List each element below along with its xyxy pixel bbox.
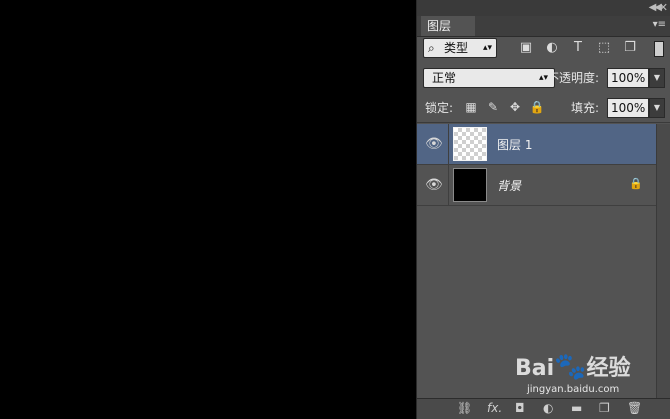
filter-label: 类型 (444, 41, 469, 55)
lock-fill-row: 锁定: ▦ ✎ ✥ 🔒 填充: 100% ▼ (417, 98, 670, 120)
tab-layers[interactable]: 图层 (421, 16, 475, 36)
adjustment-icon[interactable]: ◐ (543, 40, 561, 55)
link-icon[interactable]: ⛓ (457, 401, 472, 415)
divider (417, 122, 670, 123)
panel-tab-row: 图层 ▾≡ (417, 16, 670, 37)
watermark-text-2: 经验 (586, 356, 631, 381)
lock-transparent-icon[interactable]: ▦ (463, 100, 479, 114)
close-icon[interactable]: ✕ (659, 1, 668, 14)
chevron-updown-icon: ▴▾ (482, 43, 492, 53)
smart-object-icon[interactable]: ❐ (621, 40, 639, 55)
lock-icon: 🔒 (629, 177, 643, 190)
filter-toggle[interactable] (654, 41, 664, 57)
watermark-url: jingyan.baidu.com (527, 384, 620, 395)
search-icon: ⌕ (428, 41, 435, 55)
paw-icon: 🐾 (554, 352, 587, 382)
folder-icon[interactable]: ▬ (571, 401, 582, 415)
layer-thumbnail-transparent (453, 127, 487, 161)
filter-type-dropdown[interactable]: ⌕ 类型 ▴▾ (423, 38, 497, 58)
layer-name[interactable]: 图层 1 (497, 136, 532, 153)
lock-all-icon[interactable]: 🔒 (529, 100, 545, 114)
layer-name[interactable]: 背景 (497, 177, 521, 194)
opacity-dropdown-button[interactable]: ▼ (649, 68, 665, 88)
blend-mode-dropdown[interactable]: 正常 ▴▾ (423, 68, 555, 88)
eye-icon[interactable]: 👁 (425, 136, 443, 152)
layer-row-1[interactable]: 👁 图层 1 (417, 124, 657, 165)
filter-row: ⌕ 类型 ▴▾ ▣ ◐ T ⬚ ❐ (417, 38, 670, 60)
lock-label: 锁定: (425, 101, 454, 115)
new-layer-icon[interactable]: ❐ (599, 401, 610, 415)
watermark-text: Bai (515, 356, 555, 381)
lock-paint-icon[interactable]: ✎ (485, 100, 501, 114)
filter-type-icons: ▣ ◐ T ⬚ ❐ (517, 40, 647, 55)
opacity-label: 不透明度: (547, 71, 600, 85)
eye-icon[interactable]: 👁 (425, 177, 443, 193)
mask-icon[interactable]: ◘ (515, 401, 525, 415)
lock-move-icon[interactable]: ✥ (507, 100, 523, 114)
layers-scrollbar[interactable] (656, 124, 670, 398)
panel-menu-icon[interactable]: ▾≡ (653, 19, 666, 30)
layer-row-background[interactable]: 👁 背景 🔒 (417, 165, 657, 206)
document-canvas[interactable] (0, 0, 416, 419)
trash-icon[interactable]: 🗑 (627, 401, 642, 415)
image-icon[interactable]: ▣ (517, 40, 535, 55)
fill-dropdown-button[interactable]: ▼ (649, 98, 665, 118)
panel-bottom-bar: ⛓ fx. ◘ ◐ ▬ ❐ 🗑 (417, 398, 670, 419)
layer-thumbnail-black (453, 168, 487, 202)
blend-mode-value: 正常 (432, 71, 457, 85)
text-icon[interactable]: T (569, 40, 587, 55)
baidu-watermark-logo: Bai🐾经验 (515, 350, 631, 382)
fill-input[interactable]: 100% (607, 98, 649, 118)
shape-icon[interactable]: ⬚ (595, 40, 613, 55)
fx-icon[interactable]: fx. (487, 401, 502, 415)
panel-top-bar: ◀◀ ✕ (417, 0, 670, 16)
blend-opacity-row: 正常 ▴▾ 不透明度: 100% ▼ (417, 68, 670, 90)
fill-label: 填充: (571, 101, 600, 115)
adjustment-layer-icon[interactable]: ◐ (543, 401, 553, 415)
lock-icons: ▦ ✎ ✥ 🔒 (463, 100, 551, 114)
opacity-input[interactable]: 100% (607, 68, 649, 88)
